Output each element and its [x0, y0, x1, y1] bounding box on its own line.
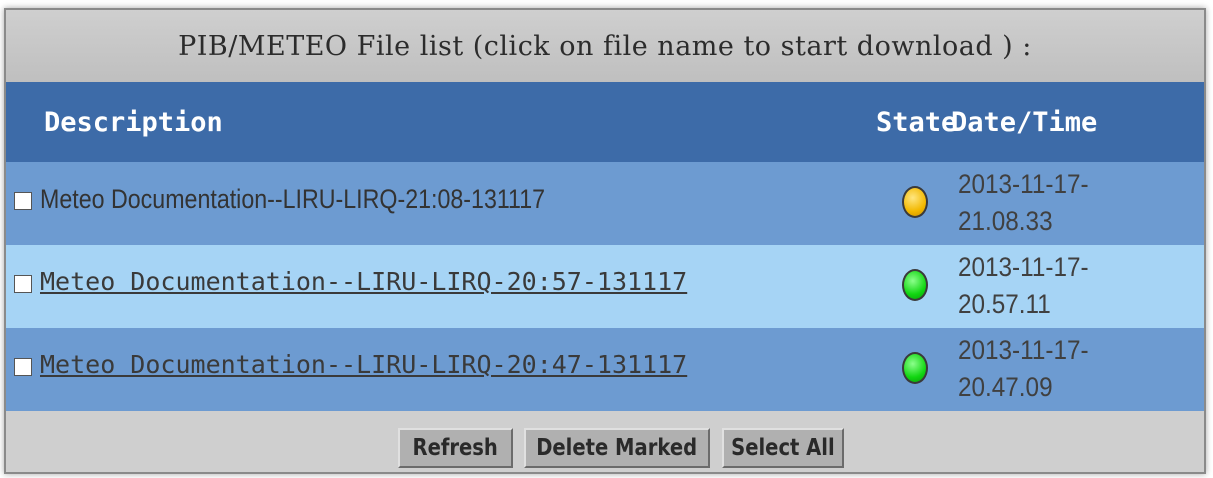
- file-date: 2013-11-17-: [958, 335, 1089, 365]
- table-row: Meteo Documentation--LIRU-LIRQ-20:47-131…: [6, 328, 1204, 411]
- file-date: 2013-11-17-: [958, 252, 1089, 282]
- button-bar: Refresh Delete Marked Select All: [6, 411, 1204, 472]
- file-datetime: 2013-11-17- 20.57.11: [958, 249, 1089, 323]
- row-checkbox[interactable]: [14, 275, 32, 293]
- state-indicator-icon: [902, 186, 928, 218]
- column-header-description: Description: [44, 107, 223, 138]
- table-row: Meteo Documentation--LIRU-LIRQ-21:08-131…: [6, 162, 1204, 245]
- panel-title-text: PIB/METEO File list (click on file name …: [178, 30, 1032, 62]
- column-header-state: State: [876, 107, 958, 138]
- state-indicator-icon: [902, 352, 928, 384]
- refresh-button[interactable]: Refresh: [398, 428, 513, 468]
- column-header-datetime: Date/Time: [951, 107, 1098, 138]
- delete-marked-button-label: Delete Marked: [536, 435, 698, 461]
- state-indicator-icon: [902, 269, 928, 301]
- table-row: Meteo Documentation--LIRU-LIRQ-20:57-131…: [6, 245, 1204, 328]
- file-time: 21.08.33: [958, 206, 1053, 236]
- select-all-button-label: Select All: [731, 435, 835, 461]
- row-checkbox[interactable]: [14, 358, 32, 376]
- file-download-link[interactable]: Meteo Documentation--LIRU-LIRQ-20:57-131…: [40, 267, 687, 296]
- file-datetime: 2013-11-17- 21.08.33: [958, 166, 1089, 240]
- file-date: 2013-11-17-: [958, 169, 1089, 199]
- select-all-button[interactable]: Select All: [722, 428, 844, 468]
- file-list-panel: PIB/METEO File list (click on file name …: [4, 8, 1206, 474]
- panel-title: PIB/METEO File list (click on file name …: [6, 10, 1204, 82]
- refresh-button-label: Refresh: [412, 435, 499, 461]
- row-checkbox[interactable]: [14, 192, 32, 210]
- file-time: 20.57.11: [958, 289, 1051, 319]
- file-name: Meteo Documentation--LIRU-LIRQ-21:08-131…: [40, 184, 546, 214]
- delete-marked-button[interactable]: Delete Marked: [524, 428, 710, 468]
- file-download-link[interactable]: Meteo Documentation--LIRU-LIRQ-20:47-131…: [40, 350, 687, 379]
- file-datetime: 2013-11-17- 20.47.09: [958, 332, 1089, 406]
- table-header: Description State Date/Time: [6, 82, 1204, 162]
- file-time: 20.47.09: [958, 372, 1053, 402]
